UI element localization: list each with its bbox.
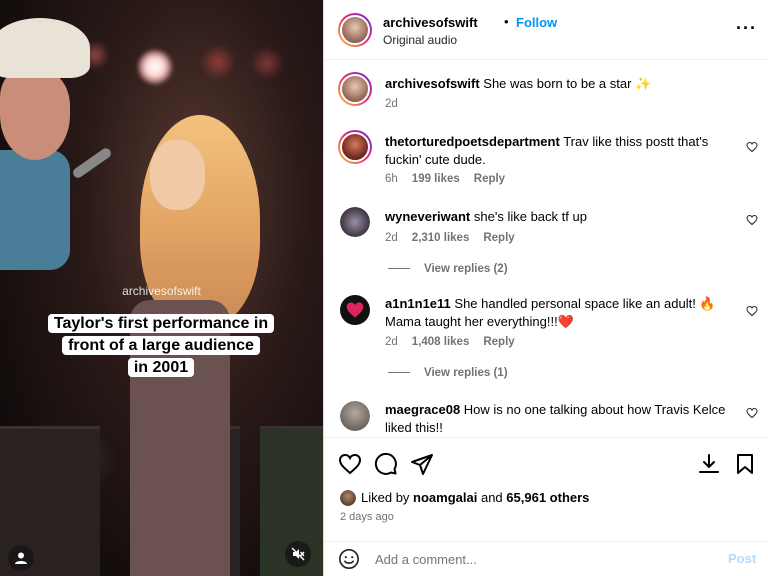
likes-summary: Liked by noamgalai and 65,961 others bbox=[361, 490, 589, 505]
stage-light bbox=[138, 50, 172, 84]
comment-time: 2d bbox=[385, 98, 398, 110]
view-replies-label: View replies (1) bbox=[424, 367, 508, 379]
comment-input[interactable] bbox=[375, 552, 705, 567]
caption-line: front of a large audience bbox=[62, 336, 260, 355]
follow-button[interactable]: Follow bbox=[516, 15, 557, 30]
muted-speaker-icon bbox=[291, 547, 305, 561]
reply-button[interactable]: Reply bbox=[474, 173, 505, 185]
post-date[interactable]: 2 days ago bbox=[340, 511, 394, 523]
reply-button[interactable]: Reply bbox=[483, 232, 514, 244]
action-bar: Liked by noamgalai and 65,961 others 2 d… bbox=[324, 437, 768, 541]
avatar-image bbox=[340, 132, 370, 162]
add-comment-bar: Post bbox=[324, 541, 768, 576]
cowboy-hat bbox=[0, 18, 90, 78]
comment-meta: 2d 1,408 likes Reply bbox=[385, 336, 515, 348]
download-icon[interactable] bbox=[697, 452, 721, 476]
caption-line: in 2001 bbox=[127, 358, 195, 377]
post-sidebar: archivesofswift • Follow Original audio … bbox=[323, 0, 768, 576]
comment-username[interactable]: thetorturedpoetsdepartment bbox=[385, 134, 560, 149]
author-avatar[interactable] bbox=[338, 13, 372, 47]
comment-body: a1n1n1e11 She handled personal space lik… bbox=[385, 295, 730, 331]
author-username[interactable]: archivesofswift bbox=[383, 15, 478, 30]
reply-button[interactable]: Reply bbox=[483, 336, 514, 348]
host-face bbox=[0, 70, 70, 160]
tagged-user-button[interactable] bbox=[8, 545, 34, 571]
comments-list[interactable]: archivesofswift She was born to be a sta… bbox=[324, 61, 768, 435]
comment-text: She was born to be a star ✨ bbox=[483, 76, 652, 91]
avatar-image bbox=[340, 15, 370, 45]
post-comment-button[interactable]: Post bbox=[728, 551, 756, 566]
commenter-avatar[interactable] bbox=[340, 401, 370, 431]
comment-like-icon[interactable] bbox=[746, 407, 758, 419]
comment-likes[interactable]: 199 likes bbox=[412, 173, 460, 185]
author-avatar[interactable] bbox=[338, 72, 372, 106]
liked-and: and bbox=[480, 490, 503, 505]
liked-username[interactable]: noamgalai bbox=[413, 490, 477, 505]
commenter-avatar[interactable] bbox=[338, 130, 372, 164]
heart-icon[interactable] bbox=[338, 452, 362, 476]
stage-light bbox=[250, 46, 284, 80]
comment-time: 2d bbox=[385, 232, 398, 244]
replies-divider bbox=[388, 268, 410, 270]
microphone bbox=[71, 146, 113, 180]
mute-button[interactable] bbox=[285, 541, 311, 567]
comment-like-icon[interactable] bbox=[746, 141, 758, 153]
stage-light bbox=[200, 44, 236, 80]
host-body bbox=[0, 150, 70, 270]
comment-likes[interactable]: 1,408 likes bbox=[412, 336, 470, 348]
heart-avatar-icon bbox=[346, 302, 364, 318]
comment-time: 2d bbox=[385, 336, 398, 348]
post-header: archivesofswift • Follow Original audio … bbox=[324, 0, 768, 60]
caption-line: Taylor's first performance in bbox=[47, 314, 275, 333]
comment-username[interactable]: a1n1n1e11 bbox=[385, 296, 451, 311]
view-replies-label: View replies (2) bbox=[424, 263, 508, 275]
avatar-image bbox=[340, 207, 370, 237]
comment-text: she's like back tf up bbox=[473, 209, 587, 224]
liker-avatar[interactable] bbox=[340, 490, 356, 506]
video-caption: Taylor's first performance in front of a… bbox=[36, 313, 286, 379]
avatar-image bbox=[340, 490, 356, 506]
performer-face bbox=[150, 140, 205, 210]
comment-body: archivesofswift She was born to be a sta… bbox=[385, 75, 730, 93]
view-replies-button[interactable]: View replies (2) bbox=[388, 263, 508, 275]
commenter-avatar[interactable] bbox=[340, 207, 370, 237]
instagram-post-view: archivesofswift Taylor's first performan… bbox=[0, 0, 768, 576]
video-player[interactable]: archivesofswift Taylor's first performan… bbox=[0, 0, 323, 576]
separator-dot: • bbox=[504, 14, 509, 29]
comment-username[interactable]: maegrace08 bbox=[385, 402, 460, 417]
liked-prefix: Liked by bbox=[361, 490, 410, 505]
comment-like-icon[interactable] bbox=[746, 214, 758, 226]
commenter-avatar[interactable] bbox=[340, 295, 370, 325]
liked-others-count[interactable]: 65,961 others bbox=[506, 490, 589, 505]
avatar-image bbox=[340, 74, 370, 104]
comment-body: thetorturedpoetsdepartment Trav like thi… bbox=[385, 133, 730, 169]
comment-time: 6h bbox=[385, 173, 398, 185]
more-options-icon[interactable]: ··· bbox=[736, 18, 757, 39]
share-icon[interactable] bbox=[410, 452, 434, 476]
comment-body: wyneveriwant she's like back tf up bbox=[385, 208, 730, 226]
comment-like-icon[interactable] bbox=[746, 305, 758, 317]
comment-likes[interactable]: 2,310 likes bbox=[412, 232, 470, 244]
comment-username[interactable]: wyneveriwant bbox=[385, 209, 470, 224]
comment-meta: 2d 2,310 likes Reply bbox=[385, 232, 515, 244]
comment-icon[interactable] bbox=[374, 452, 398, 476]
user-icon bbox=[15, 552, 27, 564]
comment-meta: 6h 199 likes Reply bbox=[385, 173, 505, 185]
audio-link[interactable]: Original audio bbox=[383, 33, 457, 47]
smiley-icon[interactable] bbox=[338, 548, 360, 570]
view-replies-button[interactable]: View replies (1) bbox=[388, 367, 508, 379]
video-watermark: archivesofswift bbox=[122, 284, 201, 298]
replies-divider bbox=[388, 372, 410, 374]
avatar-image bbox=[340, 401, 370, 431]
comment-body: maegrace08 How is no one talking about h… bbox=[385, 401, 730, 435]
bookmark-icon[interactable] bbox=[733, 452, 757, 476]
comment-username[interactable]: archivesofswift bbox=[385, 76, 480, 91]
